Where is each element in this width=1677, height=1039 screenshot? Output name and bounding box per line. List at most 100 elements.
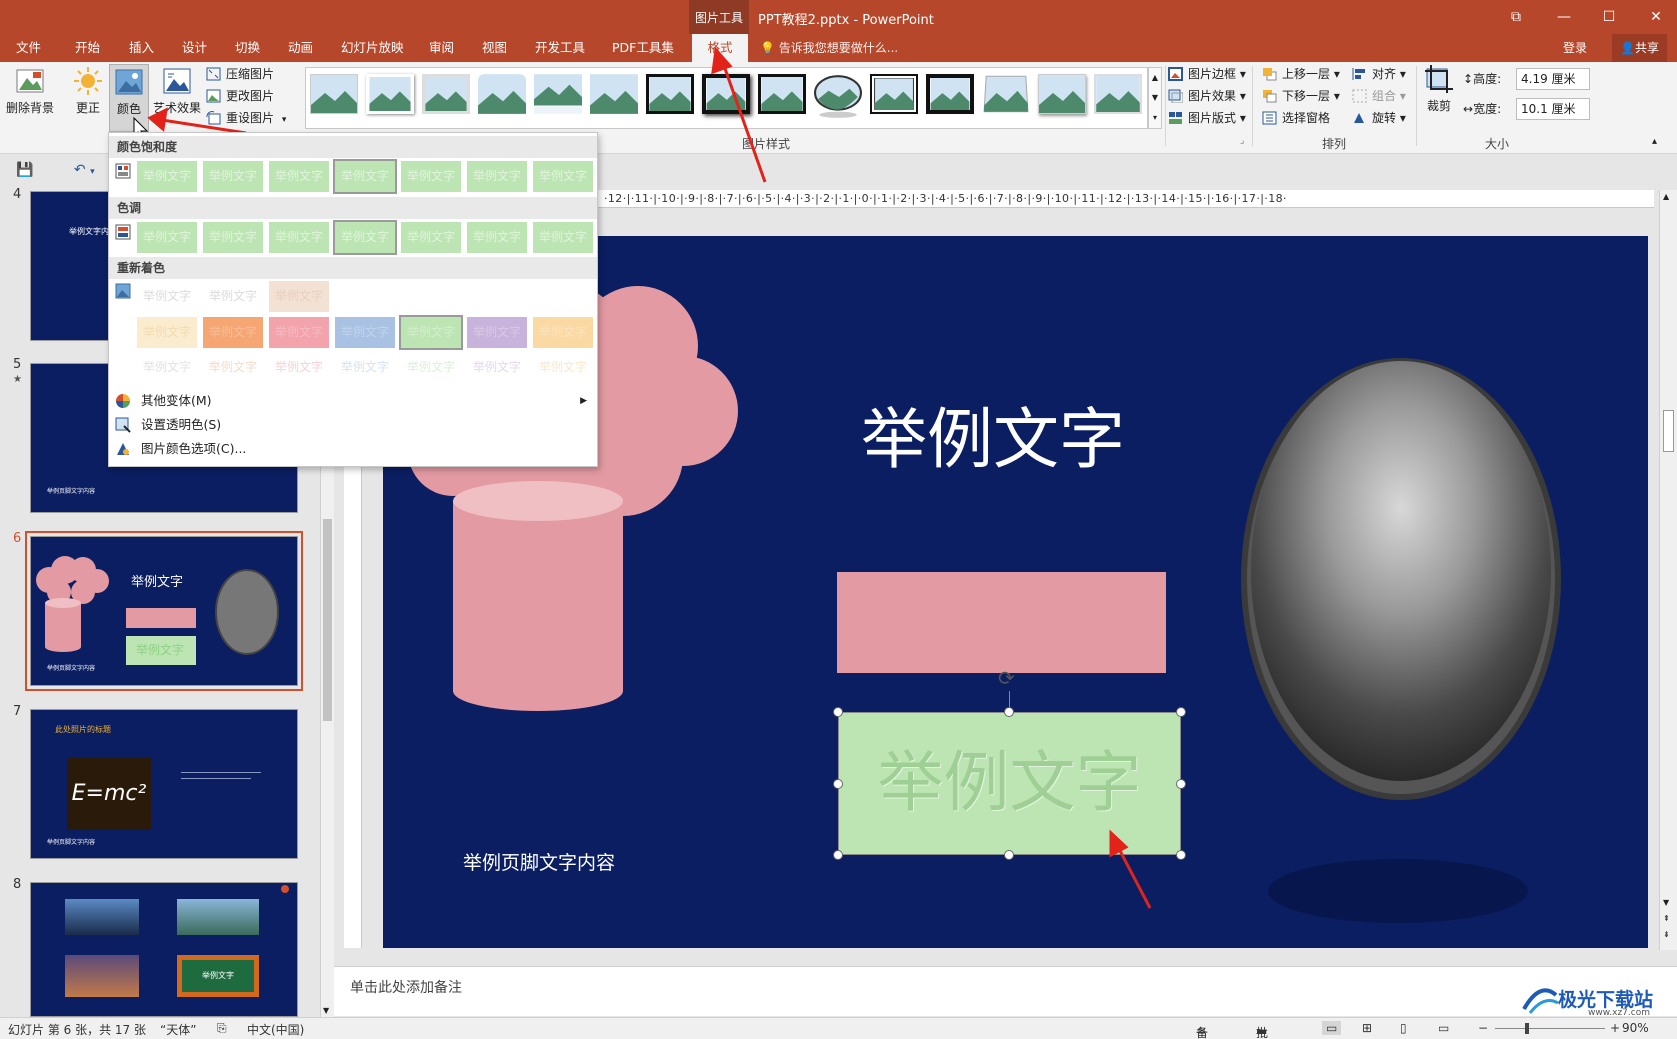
collapse-ribbon-icon[interactable]: ▴	[1652, 136, 1657, 147]
minimize-button[interactable]: —	[1553, 6, 1575, 28]
style-thumb[interactable]	[366, 74, 414, 114]
slide-title[interactable]: 举例文字	[861, 386, 1125, 482]
tone-swatch[interactable]: 举例文字	[467, 222, 527, 253]
group-button[interactable]: 组合 ▾	[1352, 86, 1406, 106]
selected-text-box[interactable]: 举例文字	[838, 712, 1181, 855]
artistic-effects-button[interactable]: 艺术效果	[150, 66, 204, 116]
resize-handle[interactable]	[1004, 850, 1014, 860]
slide-scrollbar[interactable]: ▲ ▼ ⇞ ⇟	[1659, 190, 1677, 950]
crop-button[interactable]: 裁剪	[1422, 64, 1456, 114]
recolor-swatch[interactable]: 举例文字	[203, 317, 263, 348]
slide-thumbnail-8[interactable]: 举例文字	[30, 882, 298, 1017]
scrollbar-thumb[interactable]	[323, 519, 332, 721]
recolor-swatch[interactable]: 举例文字	[467, 317, 527, 348]
next-slide-icon[interactable]: ⇟	[1663, 930, 1670, 939]
notes-pane[interactable]: 单击此处添加备注	[334, 966, 1677, 1016]
style-thumb[interactable]	[758, 74, 806, 114]
picture-effects-button[interactable]: 图片效果 ▾	[1168, 86, 1246, 106]
sign-in-link[interactable]: 登录	[1563, 34, 1587, 62]
resize-handle[interactable]	[833, 779, 843, 789]
tab-view[interactable]: 视图	[474, 34, 515, 62]
scroll-down-icon[interactable]: ▼	[323, 1006, 329, 1015]
recolor-swatch[interactable]: 举例文字	[533, 352, 593, 383]
recolor-swatch[interactable]: 举例文字	[137, 281, 197, 312]
style-thumb[interactable]	[1094, 74, 1142, 114]
zoom-in-icon[interactable]: +	[1610, 1021, 1620, 1035]
style-thumb[interactable]	[310, 74, 358, 114]
more-variations-item[interactable]: 其他变体(M) ▶	[109, 389, 597, 413]
notes-placeholder[interactable]: 单击此处添加备注	[350, 977, 462, 997]
zoom-slider[interactable]	[1495, 1028, 1605, 1029]
ribbon-display-icon[interactable]: ⧉	[1505, 6, 1527, 28]
maximize-button[interactable]: ☐	[1598, 6, 1620, 28]
tone-swatch[interactable]: 举例文字	[333, 220, 397, 255]
corrections-button[interactable]: 更正	[68, 66, 108, 116]
chevron-down-icon[interactable]: ▾	[282, 115, 287, 125]
recolor-swatch[interactable]: 举例文字	[335, 352, 395, 383]
recolor-swatch[interactable]: 举例文字	[335, 317, 395, 348]
picture-border-button[interactable]: 图片边框 ▾	[1168, 64, 1246, 84]
recolor-swatch[interactable]: 举例文字	[533, 317, 593, 348]
resize-handle[interactable]	[1176, 850, 1186, 860]
save-icon[interactable]: 💾	[16, 162, 33, 178]
style-thumb[interactable]	[702, 74, 750, 114]
style-thumb[interactable]	[646, 74, 694, 114]
remove-background-button[interactable]: 删除背景	[4, 66, 56, 116]
tone-swatch[interactable]: 举例文字	[137, 222, 197, 253]
undo-icon[interactable]: ↶	[74, 162, 86, 178]
slide-sorter-icon[interactable]: ⊞	[1362, 1021, 1372, 1035]
recolor-swatch[interactable]: 举例文字	[467, 352, 527, 383]
picture-color-options-item[interactable]: 图片颜色选项(C)...	[109, 437, 597, 461]
tab-format[interactable]: 格式	[692, 34, 748, 62]
compress-pictures-button[interactable]: 压缩图片	[206, 64, 274, 84]
tone-swatch[interactable]: 举例文字	[533, 222, 593, 253]
language-indicator[interactable]: 中文(中国)	[247, 1021, 304, 1038]
tab-design[interactable]: 设计	[174, 34, 215, 62]
tab-home[interactable]: 开始	[67, 34, 108, 62]
resize-handle[interactable]	[1176, 707, 1186, 717]
zoom-out-icon[interactable]: −	[1478, 1021, 1488, 1035]
tone-swatch[interactable]: 举例文字	[269, 222, 329, 253]
scrollbar-thumb[interactable]	[1663, 410, 1674, 452]
slide-thumbnail-7[interactable]: 此处照片的标题 E=mc² 举例页脚文字内容	[30, 709, 298, 859]
style-thumb[interactable]	[870, 74, 918, 114]
recolor-swatch[interactable]: 举例文字	[399, 315, 463, 350]
tone-swatch[interactable]: 举例文字	[203, 222, 263, 253]
set-transparent-color-item[interactable]: 设置透明色(S)	[109, 413, 597, 437]
saturation-swatch[interactable]: 举例文字	[333, 159, 397, 194]
gallery-scroller[interactable]: ▲ ▼ ▾	[1148, 67, 1162, 129]
change-picture-button[interactable]: 更改图片	[206, 86, 274, 106]
close-button[interactable]: ✕	[1645, 6, 1667, 28]
style-thumb[interactable]	[422, 74, 470, 114]
recolor-swatch[interactable]: 举例文字	[203, 281, 263, 312]
tab-review[interactable]: 审阅	[421, 34, 462, 62]
recolor-swatch[interactable]: 举例文字	[203, 352, 263, 383]
recolor-swatch[interactable]: 举例文字	[137, 352, 197, 383]
prev-slide-icon[interactable]: ⇞	[1663, 914, 1670, 923]
text-box-content[interactable]: 举例文字	[839, 713, 1180, 854]
saturation-swatch[interactable]: 举例文字	[269, 161, 329, 192]
style-thumb[interactable]	[814, 74, 862, 118]
picture-layout-button[interactable]: 图片版式 ▾	[1168, 108, 1246, 128]
tab-slideshow[interactable]: 幻灯片放映	[333, 34, 412, 62]
dialog-launcher-icon[interactable]: ⌟	[1240, 136, 1244, 146]
saturation-swatch[interactable]: 举例文字	[137, 161, 197, 192]
slide-footer[interactable]: 举例页脚文字内容	[463, 848, 615, 875]
rotate-handle-icon[interactable]: ⟳	[998, 666, 1015, 690]
resize-handle[interactable]	[1004, 707, 1014, 717]
rotate-button[interactable]: 旋转 ▾	[1352, 108, 1406, 128]
tab-insert[interactable]: 插入	[121, 34, 162, 62]
style-thumb[interactable]	[926, 74, 974, 114]
saturation-swatch[interactable]: 举例文字	[401, 161, 461, 192]
scroll-down-icon[interactable]: ▼	[1663, 898, 1669, 907]
saturation-swatch[interactable]: 举例文字	[467, 161, 527, 192]
tell-me-box[interactable]: 💡 告诉我您想要做什么...	[760, 34, 898, 62]
tab-pdf-tools[interactable]: PDF工具集	[604, 34, 682, 62]
style-thumb[interactable]	[1038, 74, 1086, 114]
width-input[interactable]: 10.1 厘米	[1516, 98, 1590, 120]
style-thumb[interactable]	[534, 74, 582, 114]
style-thumb[interactable]	[590, 74, 638, 114]
tab-file[interactable]: 文件	[8, 34, 49, 62]
selection-pane-button[interactable]: 选择窗格	[1262, 108, 1330, 128]
recolor-swatch[interactable]: 举例文字	[269, 281, 329, 312]
